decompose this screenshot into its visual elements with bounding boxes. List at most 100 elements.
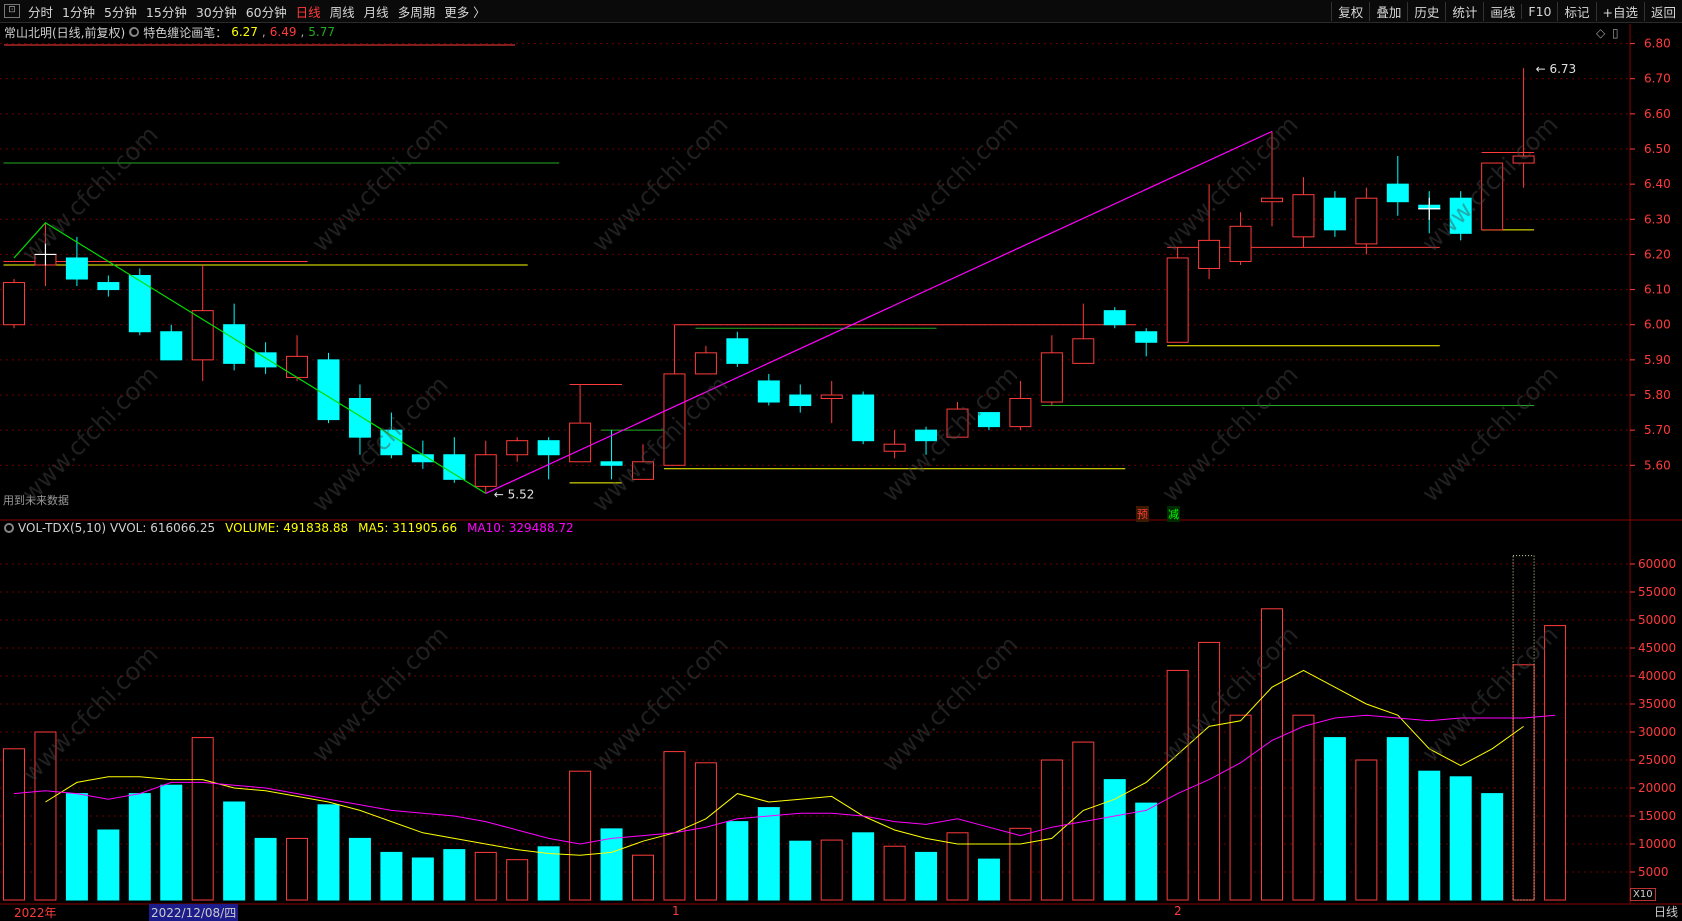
candle-body [160,331,183,361]
candle-body [474,454,497,487]
period-label[interactable]: 日线 [1654,903,1678,920]
volume-bar [694,762,717,901]
volume-bar [1323,737,1346,901]
volume-bar [977,858,1000,901]
volume-bar [348,837,371,901]
volume-bar [1386,737,1409,901]
candle-body [883,443,906,452]
candle-body [3,282,25,326]
month-label-1: 1 [672,904,680,918]
volume-bar [191,737,214,901]
volume-bar [1481,793,1504,901]
cursor-date-label: 2022/12/08/四 [149,904,239,921]
volume-bar [1355,759,1378,901]
candle-body [506,440,529,456]
volume-tick-label: 25000 [1638,753,1676,767]
volume-tick-label: 10000 [1638,837,1676,851]
candle-body [1449,197,1472,234]
candle-body [223,324,246,364]
volume-bar [726,821,749,901]
volume-bar [1229,714,1252,901]
volume-bar [632,854,654,901]
candle-body [757,380,780,403]
kline-chart[interactable]: 6.80 6.70 6.60 6.50 6.40 6.30 6.20 6.10 6.00 5.90… [0,0,1682,921]
candle-body [663,373,686,466]
volume-bar [883,845,906,901]
bi-stroke-line [485,130,1273,494]
volume-tick-label: 45000 [1638,641,1676,655]
volume-bar [1040,759,1063,901]
volume-tick-label: 55000 [1638,585,1676,599]
volume-bar [128,793,151,901]
candle-body [1229,225,1252,262]
volume-scale-note: X10 [1630,888,1656,901]
volume-bar [380,851,403,901]
volume-bar [317,804,340,901]
candle-body [537,440,560,456]
volume-bar [1198,641,1221,901]
volume-bar [65,793,88,901]
price-tick-label: 5.90 [1644,353,1671,367]
candle-body [632,461,654,480]
candle-body [65,257,88,280]
volume-bar [34,731,57,901]
volume-bar [1292,714,1315,901]
volume-bar [1449,776,1472,901]
volume-bar [443,849,466,901]
price-tick-label: 6.80 [1644,37,1671,51]
volume-bar [820,839,843,901]
volume-bar [1135,802,1158,901]
volume-bar [757,807,780,901]
volume-ma10-line [13,714,1556,845]
candle-body [789,394,812,407]
volume-bar [506,859,529,901]
price-tick-label: 6.30 [1644,212,1671,226]
candle-body [380,429,403,456]
candle-body [1261,197,1283,203]
diamond-icon: ◇ [1596,26,1606,40]
candle-body [1481,162,1504,231]
volume-tick-label: 30000 [1638,725,1676,739]
volume-bar [915,851,938,901]
volume-bar [663,751,686,901]
volume-tick-label: 40000 [1638,669,1676,683]
candle-body [1072,338,1095,364]
candle-body [1292,194,1315,238]
price-tick-label: 6.20 [1644,247,1671,261]
candle-body [1355,197,1378,245]
candle-body [254,352,277,368]
volume-tick-label: 35000 [1638,697,1676,711]
volume-bar [1009,827,1032,901]
month-label-2: 2 [1174,904,1182,918]
candle-body [128,275,151,333]
candle-body [569,422,592,463]
volume-bar [1544,625,1567,901]
candle-body [443,454,466,480]
price-tick-label: 5.60 [1644,458,1671,472]
candle-body [1386,183,1409,203]
candle-body [411,454,434,463]
candle-body [915,429,938,442]
candle-body [1103,310,1126,326]
candle-body [1040,352,1063,403]
volume-bar [223,801,246,901]
pred-label-2: 减 [1167,506,1180,522]
candle-body [1323,197,1346,231]
volume-tick-label: 60000 [1638,557,1676,571]
volume-bar [1103,779,1126,901]
price-tick-label: 5.70 [1644,423,1671,437]
volume-bar [1261,608,1283,901]
candle-body [852,394,875,442]
volume-tick-label: 15000 [1638,809,1676,823]
candle-body [1135,331,1158,343]
volume-bar [1072,741,1095,901]
candle-body [977,412,1000,428]
candle-body [946,408,969,438]
pred-label-1: 预 [1136,506,1149,522]
volume-bar [286,837,309,901]
candle-body [191,310,214,361]
candle-body [286,355,309,378]
volume-bar [1418,770,1441,901]
volume-bar [254,837,277,901]
candle-body [1512,155,1535,164]
